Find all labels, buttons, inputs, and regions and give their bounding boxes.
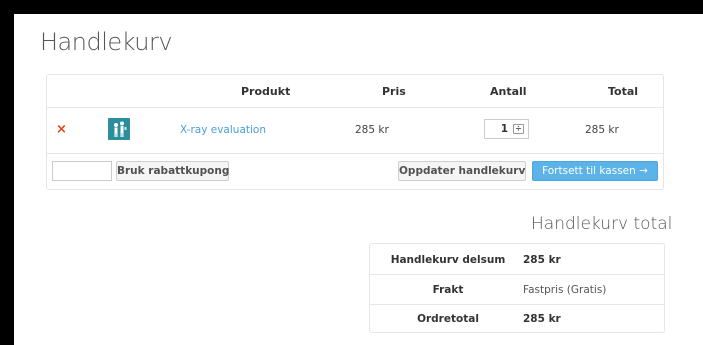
order-total-label: Ordretotal bbox=[417, 313, 479, 325]
coupon-code-input[interactable] bbox=[52, 161, 112, 181]
apply-coupon-button[interactable]: Bruk rabattkupong bbox=[116, 161, 229, 181]
people-icon bbox=[114, 121, 127, 137]
shipping-value: Fastpris (Gratis) bbox=[523, 284, 607, 296]
stepper-arrows-icon[interactable]: ÷ bbox=[513, 124, 524, 134]
shipping-label: Frakt bbox=[432, 284, 464, 296]
cart-page: Handlekurv Produkt Pris Antall Total × X… bbox=[14, 14, 703, 345]
header-price: Pris bbox=[382, 85, 406, 98]
item-price: 285 kr bbox=[355, 124, 389, 136]
cart-totals-table: Handlekurv delsum 285 kr Frakt Fastpris … bbox=[369, 243, 665, 333]
remove-item-button[interactable]: × bbox=[56, 122, 67, 137]
product-name-link[interactable]: X-ray evaluation bbox=[180, 124, 266, 136]
header-quantity: Antall bbox=[490, 85, 527, 98]
header-product: Produkt bbox=[241, 85, 291, 98]
cart-totals-title: Handlekurv total bbox=[531, 214, 673, 234]
row-divider bbox=[370, 274, 664, 275]
row-divider bbox=[370, 304, 664, 305]
cart-table: Produkt Pris Antall Total × X-ray evalua… bbox=[46, 74, 664, 190]
quantity-stepper[interactable]: 1 ÷ bbox=[484, 119, 529, 139]
order-total-value: 285 kr bbox=[523, 313, 561, 325]
row-divider bbox=[47, 107, 663, 108]
subtotal-label: Handlekurv delsum bbox=[390, 254, 506, 266]
proceed-to-checkout-button[interactable]: Fortsett til kassen → bbox=[532, 161, 658, 181]
row-divider bbox=[47, 153, 663, 154]
subtotal-value: 285 kr bbox=[523, 254, 561, 266]
page-title: Handlekurv bbox=[40, 28, 173, 56]
update-cart-button[interactable]: Oppdater handlekurv bbox=[398, 161, 526, 181]
quantity-value[interactable]: 1 bbox=[501, 123, 508, 135]
product-thumbnail[interactable] bbox=[108, 118, 130, 140]
header-total: Total bbox=[608, 85, 639, 98]
item-total: 285 kr bbox=[585, 124, 619, 136]
